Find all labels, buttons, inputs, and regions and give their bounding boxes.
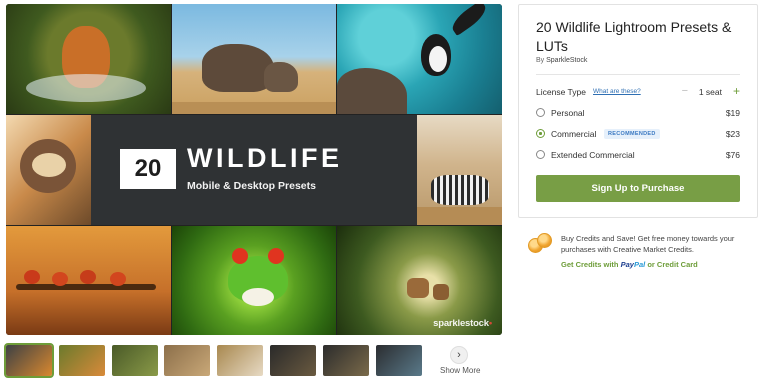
bird-1 [24, 270, 40, 284]
author-line: By SparkleStock [536, 57, 587, 64]
frog-belly [242, 288, 274, 306]
option-label: Personal [551, 108, 585, 118]
author-link[interactable]: SparkleStock [546, 57, 587, 64]
option-label: Commercial [551, 129, 597, 139]
watermark-dot: • [488, 318, 492, 329]
thumb-tiger[interactable] [58, 345, 105, 376]
rhino-shape [202, 44, 274, 92]
option-price: $19 [725, 108, 740, 118]
banner-title: WILDLIFE [187, 143, 343, 173]
rock-shape [337, 68, 407, 114]
author-prefix: By [536, 57, 545, 64]
frog-eye-right [268, 248, 284, 264]
license-option-personal[interactable]: Personal $19 [536, 107, 740, 121]
paypal-logo-pal: Pal [633, 260, 646, 269]
license-help-link[interactable]: What are these? [593, 88, 641, 95]
license-type-label: License Type [536, 87, 586, 97]
option-price: $76 [725, 150, 740, 160]
tiger-photo [6, 4, 171, 114]
option-price: $23 [725, 129, 740, 139]
get-credits-link[interactable]: Get Credits with PayPal or Credit Card [561, 260, 698, 269]
radio-personal[interactable] [536, 108, 545, 117]
credits-promo-text: Buy Credits and Save! Get free money tow… [561, 234, 735, 254]
seat-decrement-button[interactable]: − [682, 85, 688, 97]
credits-link-suffix: or Credit Card [647, 260, 698, 269]
coins-icon [528, 233, 554, 255]
watermark-logo: sparklestock• [433, 318, 492, 329]
bird-3 [80, 270, 96, 284]
thumb-dark-2[interactable] [322, 345, 369, 376]
title-banner: 20 WILDLIFE Mobile & Desktop Presets [91, 115, 417, 225]
coin-front [537, 233, 552, 248]
tree-frog-photo [172, 226, 336, 335]
show-more-label[interactable]: Show More [440, 366, 480, 375]
thumb-cover[interactable] [4, 343, 54, 378]
watermark-text: sparklestock [433, 318, 489, 329]
banner-subtitle: Mobile & Desktop Presets [187, 180, 316, 192]
option-label: Extended Commercial [551, 150, 635, 160]
sign-up-to-purchase-button[interactable]: Sign Up to Purchase [536, 175, 740, 202]
preset-count: 20 [120, 149, 176, 189]
product-preview-image[interactable]: 20 WILDLIFE Mobile & Desktop Presets spa… [6, 4, 502, 335]
deer-2 [433, 284, 449, 300]
sloth-face [32, 153, 66, 177]
thumb-dark-1[interactable] [270, 345, 316, 376]
seat-count: 1 seat [698, 87, 722, 97]
deer-1 [407, 278, 429, 298]
branch [16, 284, 156, 290]
puffin-wing [448, 4, 490, 37]
show-more-button[interactable]: › [450, 346, 468, 364]
purchase-card: 20 Wildlife Lightroom Presets & LUTs By … [518, 4, 758, 218]
bird-2 [52, 272, 68, 286]
bird-4 [110, 272, 126, 286]
paypal-logo-pay: Pay [620, 260, 634, 269]
sloth-photo [6, 115, 91, 225]
bee-eaters-photo [6, 226, 171, 335]
water-splash [26, 74, 146, 102]
zebra-herd [431, 175, 489, 205]
license-type-row: License Type What are these? − 1 seat + [536, 84, 740, 99]
license-option-extended-commercial[interactable]: Extended Commercial $76 [536, 149, 740, 163]
rhino-photo [172, 4, 336, 114]
savanna-grass [417, 207, 502, 225]
ground [172, 102, 336, 114]
radio-commercial[interactable] [536, 129, 545, 138]
thumb-elephants[interactable] [164, 345, 211, 376]
frog-eye-left [232, 248, 248, 264]
license-option-commercial[interactable]: Commercial RECOMMENDED $23 [536, 128, 740, 142]
zebras-photo [417, 115, 502, 225]
puffin-photo [337, 4, 502, 114]
puffin-belly [429, 46, 447, 72]
recommended-badge: RECOMMENDED [604, 129, 660, 139]
divider [536, 74, 740, 75]
rhino-calf-shape [264, 62, 298, 92]
chevron-right-icon: › [457, 349, 461, 361]
thumb-zebras[interactable] [217, 345, 264, 376]
credits-link-prefix: Get Credits with [561, 260, 619, 269]
product-title: 20 Wildlife Lightroom Presets & LUTs [536, 19, 732, 54]
seat-increment-button[interactable]: + [733, 84, 740, 98]
thumb-forest[interactable] [111, 345, 158, 376]
radio-extended-commercial[interactable] [536, 150, 545, 159]
paypal-logo: PayPal [621, 260, 646, 269]
thumb-dark-3[interactable] [375, 345, 422, 376]
